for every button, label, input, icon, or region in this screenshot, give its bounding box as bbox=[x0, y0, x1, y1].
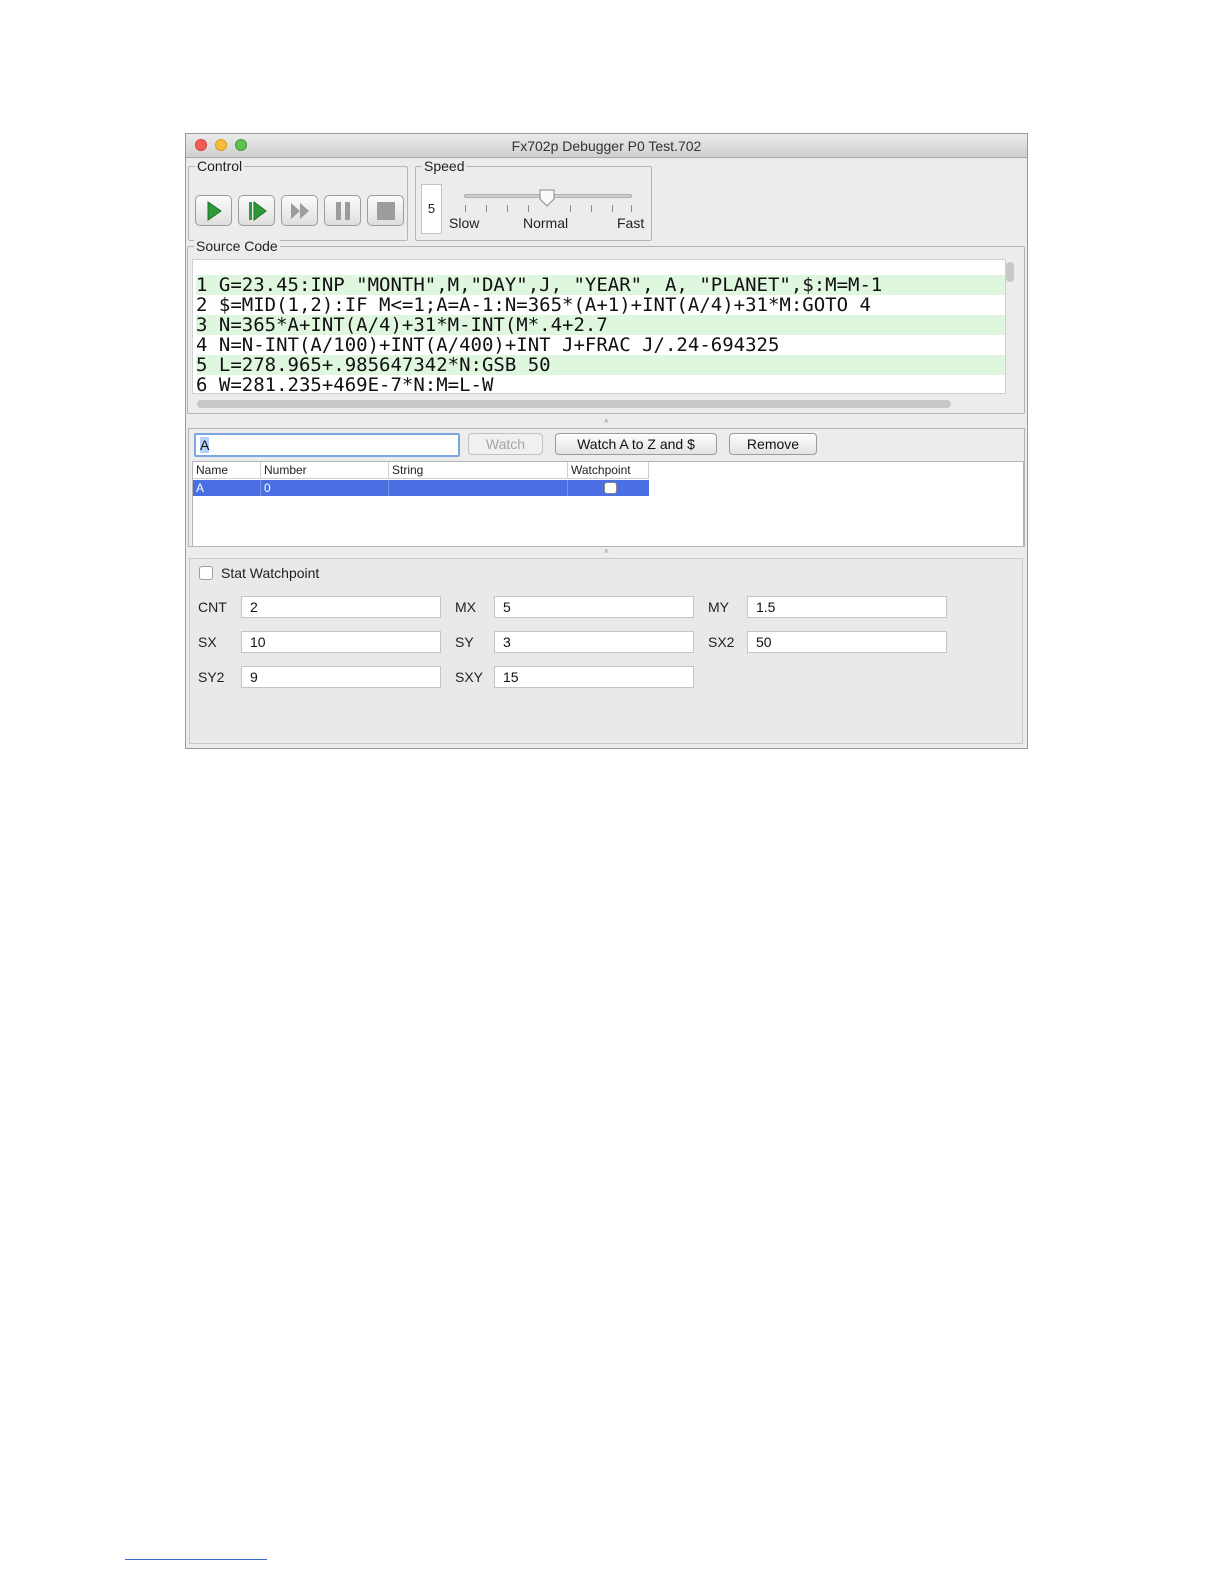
cell-string bbox=[389, 480, 568, 496]
watch-button[interactable]: Watch bbox=[468, 433, 543, 455]
stop-icon bbox=[377, 202, 395, 220]
splitter-handle[interactable]: ˄ bbox=[186, 546, 1027, 556]
fast-forward-icon bbox=[291, 203, 309, 219]
source-code-label: Source Code bbox=[194, 238, 280, 254]
speed-slider-thumb[interactable] bbox=[538, 189, 556, 207]
mx-field[interactable]: 5 bbox=[494, 596, 694, 618]
speed-tick bbox=[465, 205, 466, 212]
variable-name-value: A bbox=[200, 437, 210, 453]
stop-button[interactable] bbox=[367, 195, 404, 226]
column-header-watchpoint[interactable]: Watchpoint bbox=[568, 462, 649, 479]
code-line[interactable]: 6 W=281.235+469E-7*N:M=L-W bbox=[196, 375, 1005, 393]
sxy-field[interactable]: 15 bbox=[494, 666, 694, 688]
speed-value: 5 bbox=[421, 184, 442, 234]
speed-fast-label: Fast bbox=[617, 215, 645, 231]
horizontal-scrollbar[interactable] bbox=[197, 400, 951, 408]
cell-number: 0 bbox=[261, 480, 389, 496]
pause-icon bbox=[336, 202, 350, 220]
my-field[interactable]: 1.5 bbox=[747, 596, 947, 618]
control-group: Control bbox=[188, 158, 408, 241]
mx-label: MX bbox=[455, 599, 476, 615]
speed-slow-label: Slow bbox=[449, 215, 480, 231]
sx-field[interactable]: 10 bbox=[241, 631, 441, 653]
column-header-number[interactable]: Number bbox=[261, 462, 389, 479]
fast-forward-button[interactable] bbox=[281, 195, 318, 226]
sx-label: SX bbox=[198, 634, 217, 650]
code-line[interactable]: 5 L=278.965+.985647342*N:GSB 50 bbox=[196, 355, 1005, 375]
step-icon bbox=[249, 201, 267, 221]
table-row[interactable]: A 0 bbox=[193, 480, 649, 496]
source-code-view[interactable]: 1 G=23.45:INP "MONTH",M,"DAY",J, "YEAR",… bbox=[192, 259, 1006, 394]
code-line[interactable]: 4 N=N-INT(A/100)+INT(A/400)+INT J+FRAC J… bbox=[196, 335, 1005, 355]
cell-name: A bbox=[193, 480, 261, 496]
stats-panel: Stat Watchpoint CNT 2 MX 5 MY 1.5 SX 10 … bbox=[189, 558, 1023, 744]
speed-tick bbox=[570, 205, 571, 212]
code-line[interactable]: 1 G=23.45:INP "MONTH",M,"DAY",J, "YEAR",… bbox=[196, 275, 1005, 295]
speed-tick bbox=[591, 205, 592, 212]
sy-label: SY bbox=[455, 634, 474, 650]
sy2-label: SY2 bbox=[198, 669, 225, 685]
sy-field[interactable]: 3 bbox=[494, 631, 694, 653]
code-line[interactable]: 2 $=MID(1,2):IF M<=1;A=A-1:N=365*(A+1)+I… bbox=[196, 295, 1005, 315]
speed-group: Speed 5 Slow Normal Fast bbox=[415, 158, 652, 241]
footnote-separator bbox=[125, 1559, 267, 1560]
speed-tick bbox=[612, 205, 613, 212]
column-header-string[interactable]: String bbox=[389, 462, 568, 479]
window-title: Fx702p Debugger P0 Test.702 bbox=[511, 138, 702, 154]
cnt-label: CNT bbox=[198, 599, 227, 615]
my-label: MY bbox=[708, 599, 729, 615]
stat-watchpoint-label: Stat Watchpoint bbox=[221, 565, 320, 581]
source-code-group: Source Code 1 G=23.45:INP "MONTH",M,"DAY… bbox=[187, 238, 1025, 414]
control-group-label: Control bbox=[195, 158, 245, 174]
speed-tick bbox=[486, 205, 487, 212]
run-icon bbox=[207, 201, 222, 221]
splitter-handle[interactable]: ˄ bbox=[186, 416, 1027, 426]
speed-group-label: Speed bbox=[422, 158, 467, 174]
vertical-scrollbar[interactable] bbox=[1005, 261, 1015, 283]
step-button[interactable] bbox=[238, 195, 275, 226]
watch-all-button[interactable]: Watch A to Z and $ bbox=[555, 433, 717, 455]
watch-table: Name Number String Watchpoint A 0 bbox=[192, 461, 1024, 547]
speed-tick bbox=[528, 205, 529, 212]
column-header-name[interactable]: Name bbox=[193, 462, 261, 479]
sx2-label: SX2 bbox=[708, 634, 735, 650]
stat-watchpoint-checkbox[interactable] bbox=[199, 566, 213, 580]
debugger-window: Fx702p Debugger P0 Test.702 Control Spee… bbox=[185, 133, 1028, 749]
watchpoint-checkbox[interactable] bbox=[604, 482, 617, 494]
pause-button[interactable] bbox=[324, 195, 361, 226]
sxy-label: SXY bbox=[455, 669, 484, 685]
speed-tick bbox=[631, 205, 632, 212]
speed-normal-label: Normal bbox=[523, 215, 569, 231]
sx2-field[interactable]: 50 bbox=[747, 631, 947, 653]
run-button[interactable] bbox=[195, 195, 232, 226]
code-line[interactable]: 3 N=365*A+INT(A/4)+31*M-INT(M*.4+2.7 bbox=[196, 315, 1005, 335]
sy2-field[interactable]: 9 bbox=[241, 666, 441, 688]
watch-panel: A Watch Watch A to Z and $ Remove Name N… bbox=[188, 428, 1025, 547]
variable-name-input[interactable]: A bbox=[194, 433, 460, 457]
cnt-field[interactable]: 2 bbox=[241, 596, 441, 618]
speed-tick bbox=[507, 205, 508, 212]
title-bar[interactable]: Fx702p Debugger P0 Test.702 bbox=[186, 134, 1027, 158]
remove-button[interactable]: Remove bbox=[729, 433, 817, 455]
